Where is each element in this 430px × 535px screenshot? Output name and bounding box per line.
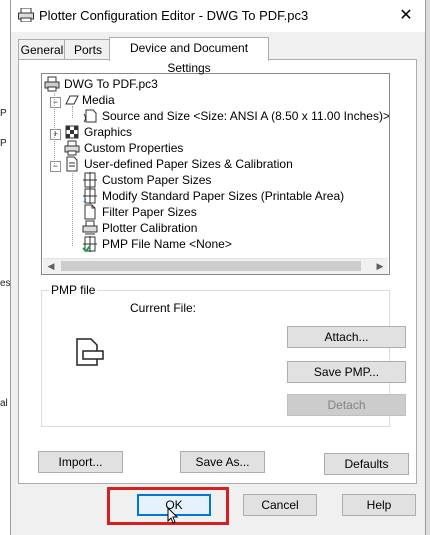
- modify-paper-icon: [83, 188, 97, 204]
- mouse-cursor-icon: [167, 507, 179, 524]
- tree-item-label: Modify Standard Paper Sizes (Printable A…: [102, 189, 345, 203]
- tree-item-label: Source and Size <Size: ANSI A (8.50 x 11…: [102, 109, 390, 123]
- background-marker: es: [0, 278, 11, 289]
- tab-panel: DWG To PDF.pc3 − Media Source and Size <…: [18, 59, 417, 484]
- calibration-icon: [82, 220, 98, 235]
- plotter-icon: [18, 8, 34, 22]
- tree-item-label: User-defined Paper Sizes & Calibration: [84, 157, 293, 171]
- paper-source-icon: [83, 109, 97, 123]
- defaults-button[interactable]: Defaults: [324, 453, 409, 475]
- background-marker: P: [0, 138, 7, 149]
- tree-collapse-toggle[interactable]: −: [50, 161, 61, 172]
- attach-button[interactable]: Attach...: [287, 326, 406, 348]
- detach-button: Detach: [287, 394, 406, 416]
- cancel-button[interactable]: Cancel: [243, 494, 317, 516]
- tree-horizontal-scrollbar[interactable]: ◀ ▶: [43, 258, 388, 274]
- custom-paper-icon: [83, 172, 97, 188]
- tab-ports[interactable]: Ports: [64, 39, 112, 60]
- background-app-edge: [426, 0, 430, 535]
- plotter-config-dialog: Plotter Configuration Editor - DWG To PD…: [10, 0, 426, 535]
- group-label: PMP file: [49, 283, 98, 297]
- tree-item-label: Filter Paper Sizes: [102, 205, 197, 219]
- title-bar[interactable]: Plotter Configuration Editor - DWG To PD…: [11, 0, 425, 32]
- tree-item-label: PMP File Name <None>: [102, 237, 232, 251]
- pmp-file-group: PMP file Current File: Attach... Save PM…: [41, 283, 406, 427]
- scroll-thumb[interactable]: [61, 261, 361, 271]
- tree-item-label: Plotter Calibration: [102, 221, 198, 235]
- tab-device-and-document-settings[interactable]: Device and Document Settings: [109, 37, 269, 75]
- tree-item-label: DWG To PDF.pc3: [64, 77, 158, 91]
- tree-item-label: Graphics: [84, 125, 133, 139]
- custom-properties-icon: [64, 140, 80, 156]
- tree-item-label: Custom Properties: [84, 141, 184, 155]
- plotter-icon: [44, 76, 60, 92]
- tree-expand-toggle[interactable]: +: [50, 129, 61, 140]
- tab-label: General: [20, 43, 64, 57]
- graphics-icon: [65, 125, 79, 139]
- background-marker: P: [0, 108, 7, 119]
- tree-collapse-toggle[interactable]: −: [50, 97, 61, 108]
- pmp-file-icon: [82, 236, 97, 252]
- tree-connector: [72, 106, 73, 118]
- close-icon: ✕: [399, 7, 413, 24]
- tree-item-label: Custom Paper Sizes: [102, 173, 212, 187]
- help-button[interactable]: Help: [342, 494, 416, 516]
- background-marker: al: [0, 398, 8, 409]
- pmp-document-icon: [76, 338, 104, 366]
- import-button[interactable]: Import...: [38, 451, 123, 473]
- tree-connector: [54, 90, 55, 166]
- tab-label: Ports: [73, 43, 102, 57]
- settings-tree[interactable]: DWG To PDF.pc3 − Media Source and Size <…: [41, 73, 390, 275]
- scroll-right-icon[interactable]: ▶: [372, 259, 388, 274]
- tab-general[interactable]: General: [18, 39, 66, 60]
- tree-item-label: Media: [82, 93, 115, 107]
- filter-paper-icon: [84, 204, 96, 220]
- save-as-button[interactable]: Save As...: [180, 451, 265, 473]
- window-title: Plotter Configuration Editor - DWG To PD…: [39, 8, 309, 23]
- current-file-label: Current File:: [130, 301, 197, 315]
- tree-connector: [72, 170, 73, 246]
- save-pmp-button[interactable]: Save PMP...: [287, 361, 406, 383]
- close-button[interactable]: ✕: [393, 6, 419, 26]
- scroll-left-icon[interactable]: ◀: [43, 259, 59, 274]
